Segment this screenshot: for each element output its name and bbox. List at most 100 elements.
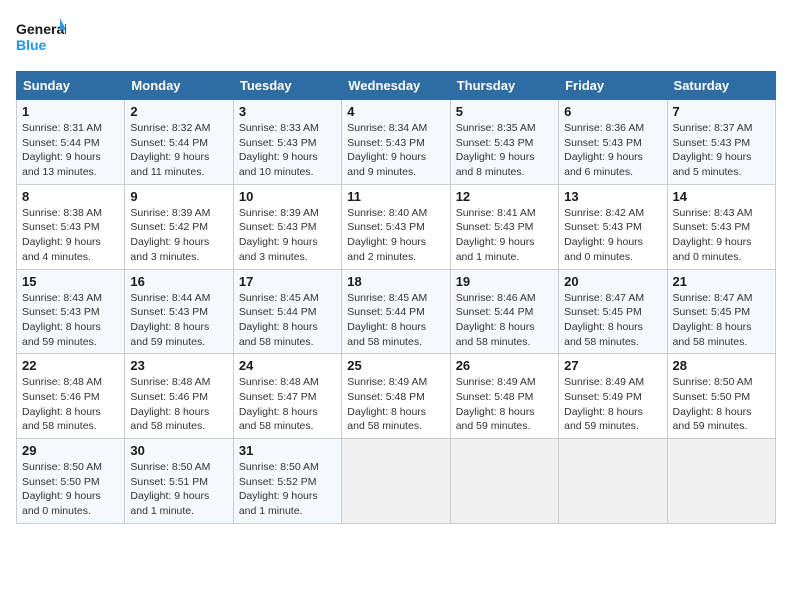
day-info: Sunrise: 8:49 AMSunset: 5:49 PMDaylight:… (564, 375, 661, 434)
day-number: 23 (130, 358, 227, 373)
calendar-cell: 12 Sunrise: 8:41 AMSunset: 5:43 PMDayligh… (450, 184, 558, 269)
day-number: 2 (130, 104, 227, 119)
day-number: 13 (564, 189, 661, 204)
day-info: Sunrise: 8:31 AMSunset: 5:44 PMDaylight:… (22, 121, 119, 180)
calendar-cell: 19 Sunrise: 8:46 AMSunset: 5:44 PMDayligh… (450, 269, 558, 354)
day-number: 24 (239, 358, 336, 373)
calendar-cell (450, 439, 558, 524)
day-info: Sunrise: 8:33 AMSunset: 5:43 PMDaylight:… (239, 121, 336, 180)
calendar-week-row: 15Sunrise: 8:43 AMSunset: 5:43 PMDayligh… (17, 269, 776, 354)
day-info: Sunrise: 8:50 AMSunset: 5:52 PMDaylight:… (239, 460, 336, 519)
weekday-header: Wednesday (342, 72, 450, 100)
day-info: Sunrise: 8:43 AMSunset: 5:43 PMDaylight:… (673, 206, 770, 265)
calendar-cell (342, 439, 450, 524)
calendar-table: SundayMondayTuesdayWednesdayThursdayFrid… (16, 71, 776, 524)
calendar-cell: 9Sunrise: 8:39 AMSunset: 5:42 PMDaylight… (125, 184, 233, 269)
calendar-cell: 24 Sunrise: 8:48 AMSunset: 5:47 PMDayligh… (233, 354, 341, 439)
day-info: Sunrise: 8:46 AMSunset: 5:44 PMDaylight:… (456, 291, 553, 350)
header: General Blue (16, 16, 776, 61)
day-info: Sunrise: 8:38 AMSunset: 5:43 PMDaylight:… (22, 206, 119, 265)
calendar-cell: 20 Sunrise: 8:47 AMSunset: 5:45 PMDayligh… (559, 269, 667, 354)
day-number: 7 (673, 104, 770, 119)
day-number: 17 (239, 274, 336, 289)
calendar-week-row: 22 Sunrise: 8:48 AMSunset: 5:46 PMDayligh… (17, 354, 776, 439)
day-info: Sunrise: 8:47 AMSunset: 5:45 PMDaylight:… (564, 291, 661, 350)
day-info: Sunrise: 8:32 AMSunset: 5:44 PMDaylight:… (130, 121, 227, 180)
calendar-cell: 30Sunrise: 8:50 AMSunset: 5:51 PMDayligh… (125, 439, 233, 524)
day-info: Sunrise: 8:34 AMSunset: 5:43 PMDaylight:… (347, 121, 444, 180)
calendar-week-row: 1 Sunrise: 8:31 AMSunset: 5:44 PMDaylight… (17, 100, 776, 185)
day-number: 12 (456, 189, 553, 204)
weekday-header: Tuesday (233, 72, 341, 100)
day-number: 31 (239, 443, 336, 458)
calendar-cell: 14 Sunrise: 8:43 AMSunset: 5:43 PMDayligh… (667, 184, 775, 269)
weekday-header-row: SundayMondayTuesdayWednesdayThursdayFrid… (17, 72, 776, 100)
calendar-cell: 13 Sunrise: 8:42 AMSunset: 5:43 PMDayligh… (559, 184, 667, 269)
calendar-week-row: 8 Sunrise: 8:38 AMSunset: 5:43 PMDaylight… (17, 184, 776, 269)
day-info: Sunrise: 8:48 AMSunset: 5:47 PMDaylight:… (239, 375, 336, 434)
day-number: 6 (564, 104, 661, 119)
svg-text:General: General (16, 21, 66, 37)
calendar-cell: 6 Sunrise: 8:36 AMSunset: 5:43 PMDaylight… (559, 100, 667, 185)
weekday-header: Sunday (17, 72, 125, 100)
calendar-cell: 27 Sunrise: 8:49 AMSunset: 5:49 PMDayligh… (559, 354, 667, 439)
day-number: 20 (564, 274, 661, 289)
day-info: Sunrise: 8:49 AMSunset: 5:48 PMDaylight:… (456, 375, 553, 434)
day-info: Sunrise: 8:48 AMSunset: 5:46 PMDaylight:… (130, 375, 227, 434)
weekday-header: Friday (559, 72, 667, 100)
day-number: 14 (673, 189, 770, 204)
day-info: Sunrise: 8:47 AMSunset: 5:45 PMDaylight:… (673, 291, 770, 350)
day-number: 11 (347, 189, 444, 204)
calendar-cell (667, 439, 775, 524)
calendar-cell: 2 Sunrise: 8:32 AMSunset: 5:44 PMDaylight… (125, 100, 233, 185)
logo-svg: General Blue (16, 16, 66, 61)
day-number: 25 (347, 358, 444, 373)
day-number: 29 (22, 443, 119, 458)
day-number: 22 (22, 358, 119, 373)
svg-text:Blue: Blue (16, 37, 47, 53)
calendar-cell: 22 Sunrise: 8:48 AMSunset: 5:46 PMDayligh… (17, 354, 125, 439)
day-info: Sunrise: 8:36 AMSunset: 5:43 PMDaylight:… (564, 121, 661, 180)
day-info: Sunrise: 8:41 AMSunset: 5:43 PMDaylight:… (456, 206, 553, 265)
calendar-cell: 17Sunrise: 8:45 AMSunset: 5:44 PMDayligh… (233, 269, 341, 354)
day-number: 1 (22, 104, 119, 119)
calendar-cell: 3 Sunrise: 8:33 AMSunset: 5:43 PMDaylight… (233, 100, 341, 185)
day-number: 30 (130, 443, 227, 458)
logo: General Blue (16, 16, 66, 61)
day-number: 9 (130, 189, 227, 204)
day-number: 18 (347, 274, 444, 289)
calendar-cell: 23 Sunrise: 8:48 AMSunset: 5:46 PMDayligh… (125, 354, 233, 439)
day-info: Sunrise: 8:39 AMSunset: 5:43 PMDaylight:… (239, 206, 336, 265)
weekday-header: Monday (125, 72, 233, 100)
day-info: Sunrise: 8:43 AMSunset: 5:43 PMDaylight:… (22, 291, 119, 350)
day-number: 5 (456, 104, 553, 119)
day-number: 19 (456, 274, 553, 289)
day-info: Sunrise: 8:50 AMSunset: 5:50 PMDaylight:… (673, 375, 770, 434)
calendar-cell: 4Sunrise: 8:34 AMSunset: 5:43 PMDaylight… (342, 100, 450, 185)
calendar-cell: 8 Sunrise: 8:38 AMSunset: 5:43 PMDaylight… (17, 184, 125, 269)
calendar-cell: 28Sunrise: 8:50 AMSunset: 5:50 PMDayligh… (667, 354, 775, 439)
day-info: Sunrise: 8:40 AMSunset: 5:43 PMDaylight:… (347, 206, 444, 265)
day-info: Sunrise: 8:35 AMSunset: 5:43 PMDaylight:… (456, 121, 553, 180)
calendar-cell: 1 Sunrise: 8:31 AMSunset: 5:44 PMDaylight… (17, 100, 125, 185)
calendar-cell: 5 Sunrise: 8:35 AMSunset: 5:43 PMDaylight… (450, 100, 558, 185)
day-info: Sunrise: 8:42 AMSunset: 5:43 PMDaylight:… (564, 206, 661, 265)
day-number: 26 (456, 358, 553, 373)
calendar-cell: 21Sunrise: 8:47 AMSunset: 5:45 PMDayligh… (667, 269, 775, 354)
day-info: Sunrise: 8:44 AMSunset: 5:43 PMDaylight:… (130, 291, 227, 350)
day-number: 27 (564, 358, 661, 373)
weekday-header: Saturday (667, 72, 775, 100)
calendar-cell: 11 Sunrise: 8:40 AMSunset: 5:43 PMDayligh… (342, 184, 450, 269)
calendar-cell: 16Sunrise: 8:44 AMSunset: 5:43 PMDayligh… (125, 269, 233, 354)
calendar-cell (559, 439, 667, 524)
calendar-cell: 7 Sunrise: 8:37 AMSunset: 5:43 PMDaylight… (667, 100, 775, 185)
day-info: Sunrise: 8:45 AMSunset: 5:44 PMDaylight:… (347, 291, 444, 350)
day-info: Sunrise: 8:48 AMSunset: 5:46 PMDaylight:… (22, 375, 119, 434)
calendar-week-row: 29Sunrise: 8:50 AMSunset: 5:50 PMDayligh… (17, 439, 776, 524)
calendar-cell: 26 Sunrise: 8:49 AMSunset: 5:48 PMDayligh… (450, 354, 558, 439)
calendar-cell: 10Sunrise: 8:39 AMSunset: 5:43 PMDayligh… (233, 184, 341, 269)
day-number: 3 (239, 104, 336, 119)
day-info: Sunrise: 8:37 AMSunset: 5:43 PMDaylight:… (673, 121, 770, 180)
day-info: Sunrise: 8:49 AMSunset: 5:48 PMDaylight:… (347, 375, 444, 434)
day-number: 8 (22, 189, 119, 204)
